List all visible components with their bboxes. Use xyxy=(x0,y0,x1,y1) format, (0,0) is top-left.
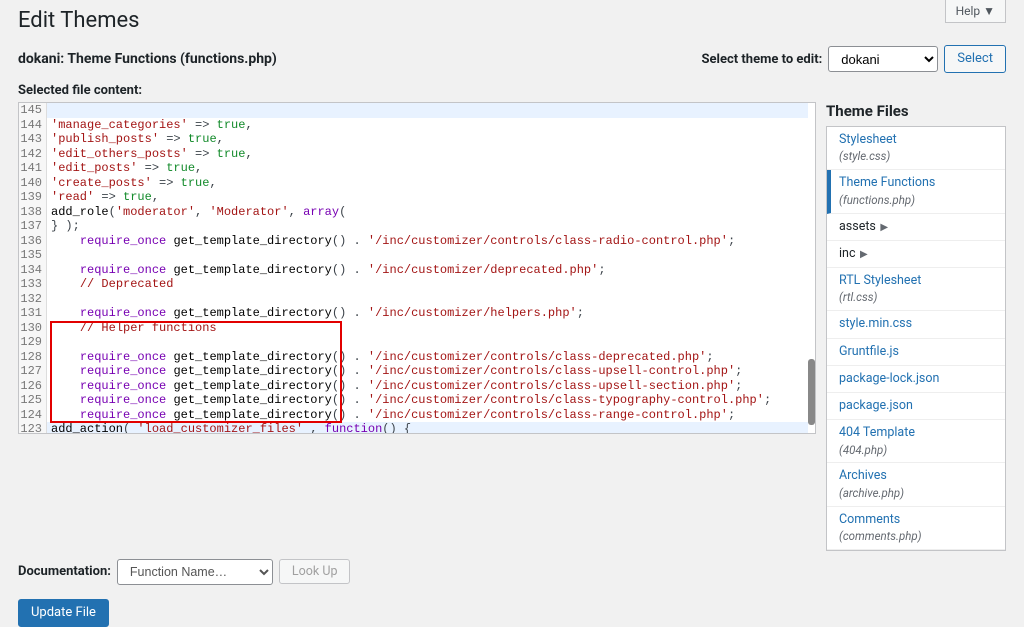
function-name-select[interactable]: Function Name… xyxy=(117,559,273,585)
line-number: 124 xyxy=(19,408,47,423)
code-line[interactable]: 142'edit_others_posts' => true, xyxy=(19,147,815,162)
code-line[interactable]: 135 xyxy=(19,248,815,263)
code-line[interactable]: 128 require_once get_template_directory(… xyxy=(19,350,815,365)
file-subname: (archive.php) xyxy=(839,486,995,501)
lookup-button[interactable]: Look Up xyxy=(279,559,351,584)
line-number: 127 xyxy=(19,364,47,379)
code-line[interactable]: 126 require_once get_template_directory(… xyxy=(19,379,815,394)
line-number: 131 xyxy=(19,306,47,321)
file-subname: (rtl.css) xyxy=(839,290,995,305)
code-line[interactable]: 131 require_once get_template_directory(… xyxy=(19,306,815,321)
file-subname: (comments.php) xyxy=(839,529,995,544)
line-number: 129 xyxy=(19,335,47,350)
theme-files-heading: Theme Files xyxy=(826,102,1006,120)
file-subname: (404.php) xyxy=(839,443,995,458)
file-heading: dokani: Theme Functions (functions.php) xyxy=(18,51,277,67)
line-number: 144 xyxy=(19,118,47,133)
file-subname: (functions.php) xyxy=(839,193,995,208)
code-line[interactable]: 144'manage_categories' => true, xyxy=(19,118,815,133)
line-number: 128 xyxy=(19,350,47,365)
code-line[interactable]: 138add_role('moderator', 'Moderator', ar… xyxy=(19,205,815,220)
folder-item[interactable]: assets ▶ xyxy=(827,214,1005,241)
code-line[interactable]: 133 // Deprecated xyxy=(19,277,815,292)
code-line[interactable]: 141'edit_posts' => true, xyxy=(19,161,815,176)
file-item[interactable]: package.json xyxy=(827,393,1005,420)
code-line[interactable]: 129 xyxy=(19,335,815,350)
code-line[interactable]: 127 require_once get_template_directory(… xyxy=(19,364,815,379)
file-item[interactable]: Gruntfile.js xyxy=(827,339,1005,366)
line-number: 132 xyxy=(19,292,47,307)
file-item[interactable]: package-lock.json xyxy=(827,366,1005,393)
code-line[interactable]: 139'read' => true, xyxy=(19,190,815,205)
file-item[interactable]: Archives(archive.php) xyxy=(827,463,1005,506)
code-line[interactable]: 136 require_once get_template_directory(… xyxy=(19,234,815,249)
update-file-button[interactable]: Update File xyxy=(18,599,109,627)
line-number: 140 xyxy=(19,176,47,191)
code-line[interactable]: 123add_action( 'load_customizer_files' ,… xyxy=(19,422,815,434)
line-number: 142 xyxy=(19,147,47,162)
file-subname: (style.css) xyxy=(839,149,995,164)
chevron-right-icon: ▶ xyxy=(878,222,888,233)
line-number: 126 xyxy=(19,379,47,394)
line-number: 133 xyxy=(19,277,47,292)
folder-item[interactable]: inc ▶ xyxy=(827,241,1005,268)
theme-select[interactable]: dokani xyxy=(828,46,938,72)
chevron-right-icon: ▶ xyxy=(858,249,868,260)
code-line[interactable]: 137} ); xyxy=(19,219,815,234)
code-line[interactable]: 124 require_once get_template_directory(… xyxy=(19,408,815,423)
line-number: 135 xyxy=(19,248,47,263)
file-item[interactable]: 404 Template(404.php) xyxy=(827,420,1005,463)
line-number: 123 xyxy=(19,422,47,434)
code-line[interactable]: 143'publish_posts' => true, xyxy=(19,132,815,147)
code-line[interactable]: 134 require_once get_template_directory(… xyxy=(19,263,815,278)
file-item[interactable]: Theme Functions(functions.php) xyxy=(827,170,1005,213)
scrollbar-thumb[interactable] xyxy=(808,359,815,425)
line-number: 136 xyxy=(19,234,47,249)
line-number: 134 xyxy=(19,263,47,278)
file-item[interactable]: Comments(comments.php) xyxy=(827,507,1005,550)
line-number: 125 xyxy=(19,393,47,408)
code-line[interactable]: 130 // Helper functions xyxy=(19,321,815,336)
file-tree: Stylesheet(style.css)Theme Functions(fun… xyxy=(826,126,1006,551)
documentation-label: Documentation: xyxy=(18,564,111,579)
code-line[interactable]: 125 require_once get_template_directory(… xyxy=(19,393,815,408)
page-title: Edit Themes xyxy=(18,8,1006,33)
select-theme-button[interactable]: Select xyxy=(944,45,1006,73)
scrollbar-track[interactable] xyxy=(808,103,815,433)
code-line[interactable]: 132 xyxy=(19,292,815,307)
file-item[interactable]: RTL Stylesheet(rtl.css) xyxy=(827,268,1005,311)
theme-select-label: Select theme to edit: xyxy=(702,52,823,67)
line-number: 139 xyxy=(19,190,47,205)
code-editor[interactable]: 145144'manage_categories' => true,143'pu… xyxy=(18,102,816,434)
line-number: 138 xyxy=(19,205,47,220)
line-number: 130 xyxy=(19,321,47,336)
help-tab[interactable]: Help ▼ xyxy=(945,0,1006,23)
line-number: 141 xyxy=(19,161,47,176)
line-number: 145 xyxy=(19,103,47,118)
file-item[interactable]: style.min.css xyxy=(827,311,1005,338)
line-number: 143 xyxy=(19,132,47,147)
file-item[interactable]: Stylesheet(style.css) xyxy=(827,127,1005,170)
selected-file-label: Selected file content: xyxy=(18,83,1006,98)
code-line[interactable]: 145 xyxy=(19,103,815,118)
line-number: 137 xyxy=(19,219,47,234)
code-line[interactable]: 140'create_posts' => true, xyxy=(19,176,815,191)
